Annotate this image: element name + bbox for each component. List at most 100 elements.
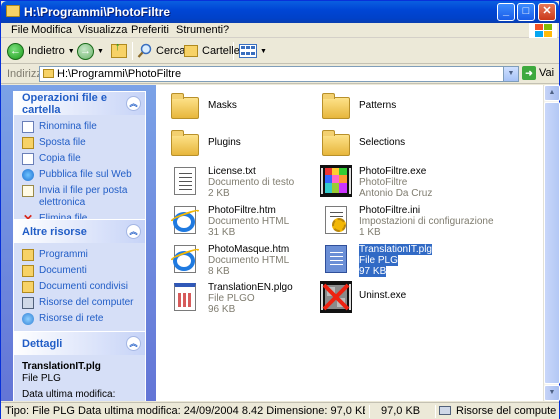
status-bar: Tipo: File PLG Data ultima modifica: 24/… xyxy=(1,402,559,419)
config-file-icon xyxy=(320,204,352,236)
menu-help[interactable]: ? xyxy=(223,24,229,36)
chevron-down-icon: ▼ xyxy=(97,47,104,55)
place-risorse-computer[interactable]: Risorse del computer xyxy=(22,297,137,309)
menu-modifica[interactable]: Modifica xyxy=(31,24,72,36)
plgo-file-icon xyxy=(169,281,201,313)
file-name: License.txt xyxy=(208,166,256,177)
task-rename-file[interactable]: Rinomina file xyxy=(22,121,137,133)
file-item-patterns[interactable]: Patterns xyxy=(320,91,470,123)
windows-logo-icon xyxy=(529,23,557,38)
file-size: 8 KB xyxy=(208,266,230,277)
back-button[interactable]: ← Indietro ▼ xyxy=(7,41,75,61)
address-dropdown-button[interactable]: ▼ xyxy=(503,67,518,81)
menu-visualizza[interactable]: Visualizza xyxy=(78,24,127,36)
folder-icon xyxy=(22,249,34,261)
folder-icon xyxy=(43,69,54,78)
details-file-name: TranslationIT.plg xyxy=(22,361,101,372)
file-name: Plugins xyxy=(208,137,241,148)
vertical-scrollbar[interactable]: ▲ ▼ xyxy=(543,85,560,401)
task-copy-file[interactable]: Copia file xyxy=(22,153,137,165)
place-programmi[interactable]: Programmi xyxy=(22,249,137,261)
file-size: 1 KB xyxy=(359,227,381,238)
collapse-icon[interactable]: ︽ xyxy=(126,336,141,351)
search-button[interactable]: Cerca xyxy=(137,41,185,61)
file-type: Documento HTML xyxy=(208,216,290,227)
file-name: PhotoFiltre.exe xyxy=(359,166,427,177)
scroll-up-button[interactable]: ▲ xyxy=(544,85,560,101)
shared-folder-icon xyxy=(22,281,34,293)
explorer-window: H:\Programmi\PhotoFiltre _ □ ✕ File Modi… xyxy=(0,0,560,419)
globe-icon xyxy=(22,169,34,181)
file-size: 2 KB xyxy=(208,188,230,199)
folder-icon xyxy=(22,265,34,277)
computer-icon xyxy=(22,297,34,309)
back-arrow-icon: ← xyxy=(7,42,24,60)
file-item-uninst-exe[interactable]: Uninst.exe xyxy=(320,281,470,313)
file-item-photomasque-htm[interactable]: PhotoMasque.htm Documento HTML 8 KB xyxy=(169,243,319,277)
file-item-masks[interactable]: Masks xyxy=(169,91,319,123)
folder-icon xyxy=(6,5,20,17)
file-name: Masks xyxy=(208,100,237,111)
file-item-photofiltre-htm[interactable]: PhotoFiltre.htm Documento HTML 31 KB xyxy=(169,204,319,238)
file-name: TranslationIT.plg xyxy=(359,244,432,255)
status-location: Risorse del computer xyxy=(456,405,556,417)
file-item-photofiltre-exe[interactable]: PhotoFiltre.exe PhotoFiltre Antonio Da C… xyxy=(320,165,510,199)
maximize-button[interactable]: □ xyxy=(517,3,535,21)
file-description: PhotoFiltre xyxy=(359,177,408,188)
task-email-file[interactable]: Invia il file per posta elettronica xyxy=(22,185,137,209)
menu-preferiti[interactable]: Preferiti xyxy=(131,24,169,36)
address-input[interactable]: H:\Programmi\PhotoFiltre ▼ xyxy=(39,66,519,82)
file-view: Masks Patterns Plugins Selections Licens… xyxy=(156,85,543,401)
text-document-icon xyxy=(169,165,201,197)
minimize-button[interactable]: _ xyxy=(497,3,515,21)
up-folder-button[interactable]: ↑ xyxy=(111,41,127,61)
file-name: TranslationEN.plgo xyxy=(208,282,293,293)
address-bar: Indirizzo H:\Programmi\PhotoFiltre ▼ ➜ V… xyxy=(1,64,559,84)
file-name: PhotoMasque.htm xyxy=(208,244,290,255)
views-button[interactable]: ▼ xyxy=(239,41,267,61)
details-modified: Data ultima modifica: venerdì 24 settemb… xyxy=(22,389,116,400)
close-button[interactable]: ✕ xyxy=(538,3,556,21)
task-publish-web[interactable]: Pubblica file sul Web xyxy=(22,169,137,181)
place-label: Programmi xyxy=(39,249,88,260)
folder-icon xyxy=(169,128,201,160)
menu-strumenti[interactable]: Strumenti xyxy=(176,24,223,36)
file-item-license[interactable]: License.txt Documento di testo 2 KB xyxy=(169,165,319,199)
title-bar[interactable]: H:\Programmi\PhotoFiltre _ □ ✕ xyxy=(1,1,559,23)
status-divider xyxy=(369,405,370,418)
file-item-translationit-plg[interactable]: TranslationIT.plg File PLG 97 KB xyxy=(320,243,470,277)
file-item-photofiltre-ini[interactable]: PhotoFiltre.ini Impostazioni di configur… xyxy=(320,204,525,238)
collapse-icon[interactable]: ︽ xyxy=(126,224,141,239)
address-value: H:\Programmi\PhotoFiltre xyxy=(57,68,182,80)
forward-button[interactable]: → ▼ xyxy=(77,41,104,61)
details-title: Dettagli xyxy=(22,337,63,350)
mail-icon xyxy=(22,185,34,197)
status-main: Tipo: File PLG Data ultima modifica: 24/… xyxy=(5,405,365,417)
task-move-file[interactable]: Sposta file xyxy=(22,137,137,149)
network-icon xyxy=(22,313,34,325)
chevron-down-icon: ▼ xyxy=(260,47,267,55)
collapse-icon[interactable]: ︽ xyxy=(126,96,141,111)
place-risorse-rete[interactable]: Risorse di rete xyxy=(22,313,137,325)
go-button[interactable]: ➜ Vai xyxy=(522,66,554,80)
file-type: Documento di testo xyxy=(208,177,295,188)
file-item-selections[interactable]: Selections xyxy=(320,128,470,160)
ie-document-icon xyxy=(169,204,201,236)
place-documenti-condivisi[interactable]: Documenti condivisi xyxy=(22,281,137,293)
place-documenti[interactable]: Documenti xyxy=(22,265,137,277)
file-tasks-header[interactable]: Operazioni file e cartella ︽ xyxy=(14,92,145,116)
plg-file-icon xyxy=(320,243,352,275)
details-header[interactable]: Dettagli ︽ xyxy=(14,332,145,355)
folders-button[interactable]: Cartelle xyxy=(184,41,240,61)
scroll-thumb[interactable] xyxy=(544,102,560,384)
task-label: Sposta file xyxy=(39,137,86,148)
menu-file[interactable]: File xyxy=(11,24,29,36)
file-company: Antonio Da Cruz xyxy=(359,188,433,199)
file-item-plugins[interactable]: Plugins xyxy=(169,128,319,160)
other-places-header[interactable]: Altre risorse ︽ xyxy=(14,220,145,243)
other-places-title: Altre risorse xyxy=(22,225,87,238)
window-title: H:\Programmi\PhotoFiltre xyxy=(24,5,171,19)
file-item-translationen-plgo[interactable]: TranslationEN.plgo File PLGO 96 KB xyxy=(169,281,319,315)
scroll-down-button[interactable]: ▼ xyxy=(544,385,560,401)
photofiltre-app-icon xyxy=(320,165,352,197)
